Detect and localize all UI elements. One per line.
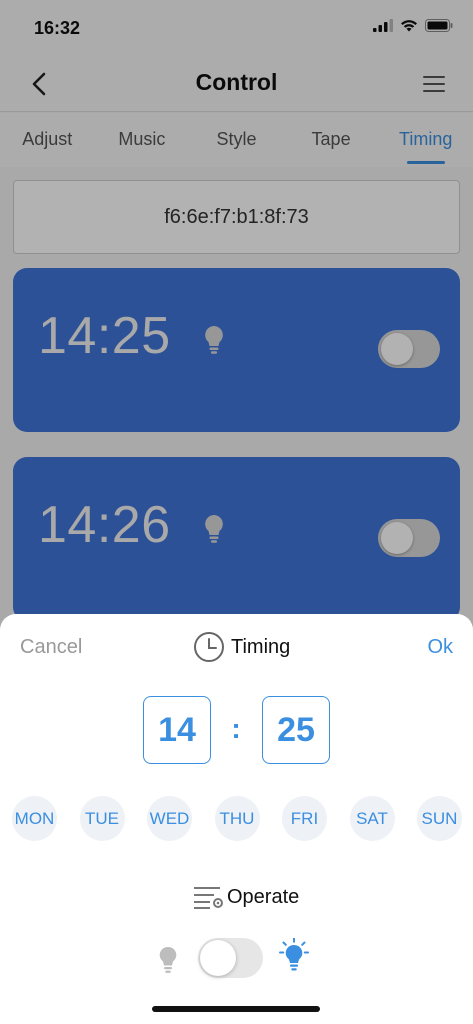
light-bulb-off-icon xyxy=(159,946,177,973)
day-wed[interactable]: WED xyxy=(147,796,192,841)
operate-toggle-row xyxy=(0,936,473,980)
hour-input[interactable]: 14 xyxy=(143,696,211,764)
toggle-knob xyxy=(200,940,236,976)
clock-icon xyxy=(194,632,224,662)
day-sun[interactable]: SUN xyxy=(417,796,462,841)
list-settings-icon xyxy=(194,887,223,909)
minute-input[interactable]: 25 xyxy=(262,696,330,764)
day-mon[interactable]: MON xyxy=(12,796,57,841)
light-bulb-on-icon xyxy=(279,938,309,971)
timing-bottom-sheet: Cancel Timing Ok 14 : 25 MON TUE WED THU… xyxy=(0,614,473,1024)
operate-heading: Operate xyxy=(193,884,299,910)
operate-toggle[interactable] xyxy=(198,938,263,978)
weekday-selector: MON TUE WED THU FRI SAT SUN xyxy=(12,796,462,841)
day-sat[interactable]: SAT xyxy=(349,796,395,841)
home-indicator xyxy=(152,1006,320,1012)
time-separator: : xyxy=(231,713,241,744)
operate-label: Operate xyxy=(227,885,300,908)
day-tue[interactable]: TUE xyxy=(79,796,125,841)
sheet-title: Timing xyxy=(193,631,290,663)
ok-button[interactable]: Ok xyxy=(427,636,453,659)
sheet-title-label: Timing xyxy=(231,635,291,658)
day-fri[interactable]: FRI xyxy=(282,796,327,841)
day-thu[interactable]: THU xyxy=(214,796,260,841)
cancel-button[interactable]: Cancel xyxy=(20,636,82,659)
